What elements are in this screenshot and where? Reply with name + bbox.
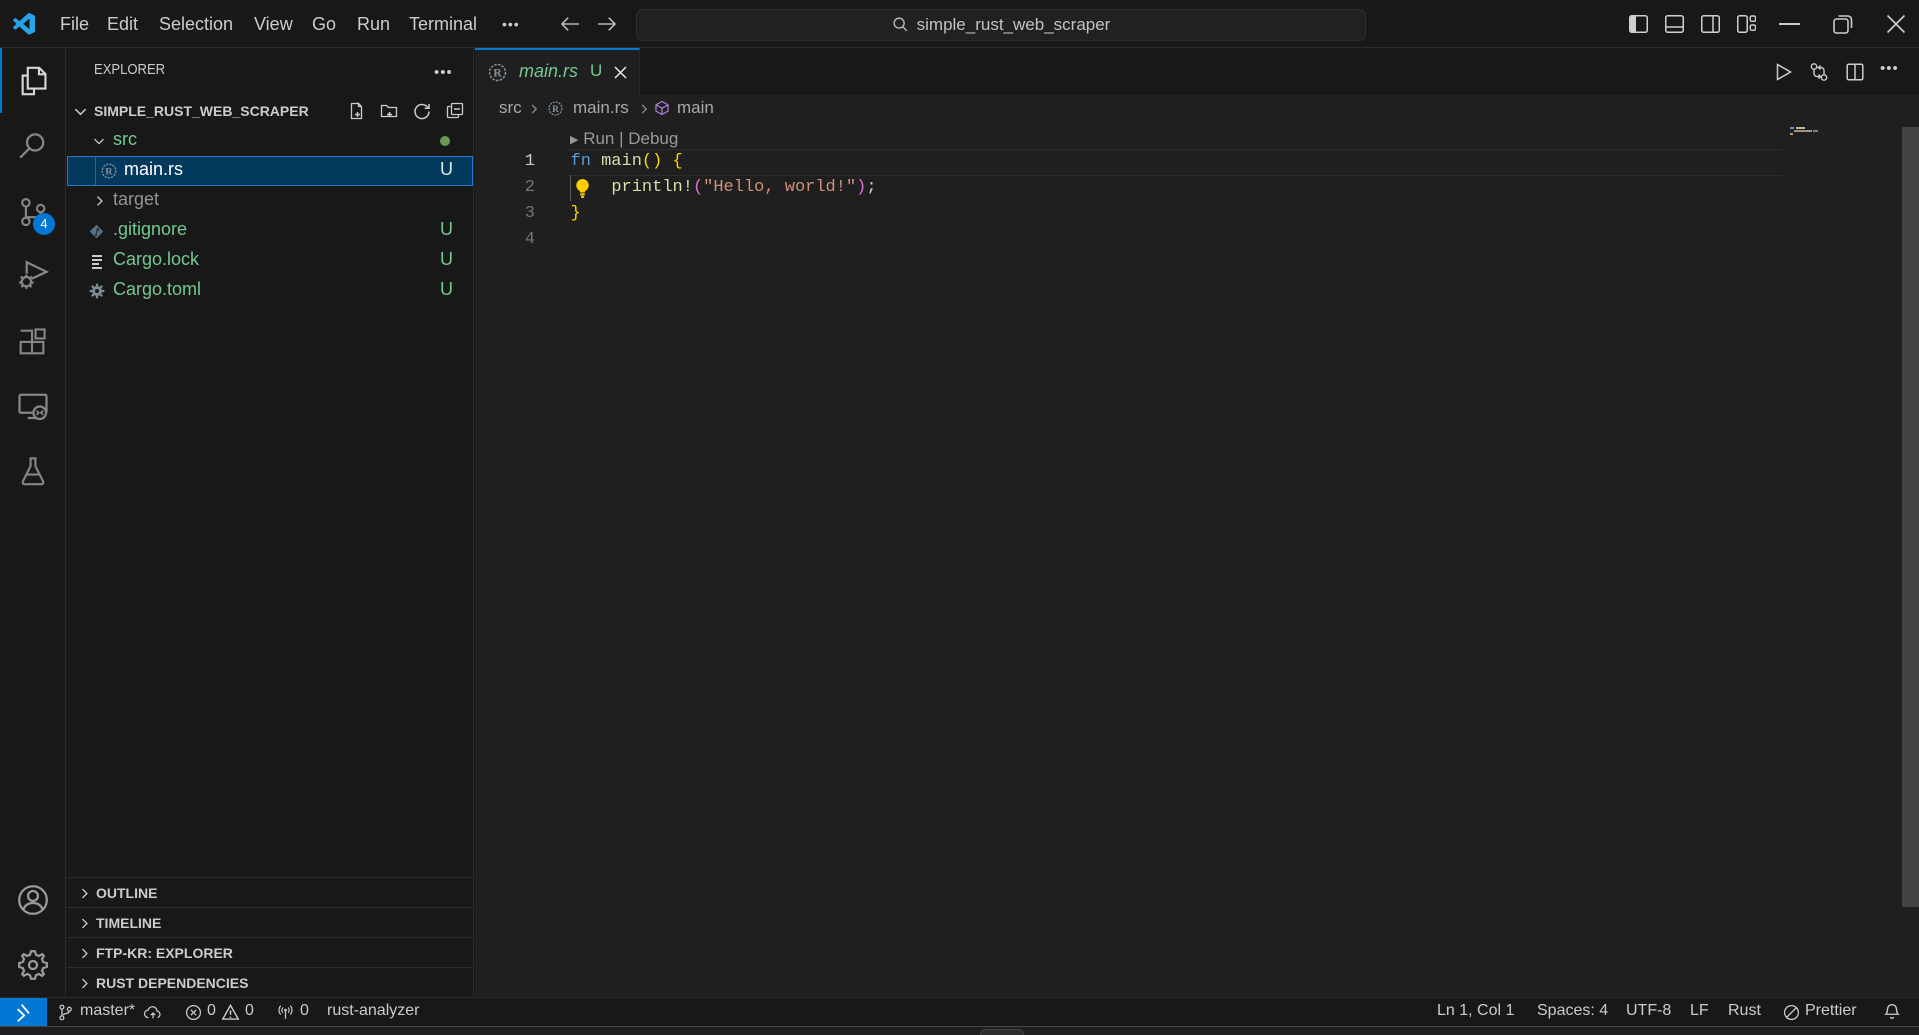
svg-text:R: R bbox=[552, 105, 559, 115]
svg-text:R: R bbox=[493, 68, 502, 80]
svg-text:R: R bbox=[105, 167, 113, 178]
